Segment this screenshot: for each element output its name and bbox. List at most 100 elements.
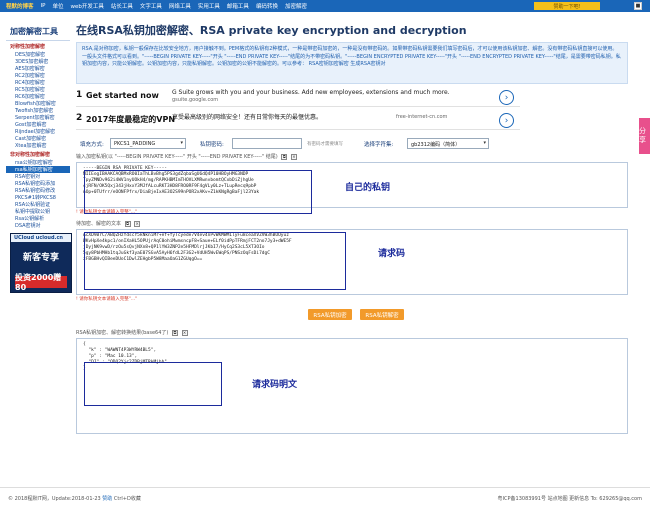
sidebar-item-rsa-public[interactable]: rsa公钥加密解密: [6, 159, 70, 166]
menu-square-icon[interactable]: ■: [634, 2, 642, 10]
copy-icon[interactable]: ⧉: [281, 153, 288, 160]
sidebar-item-twofish[interactable]: Twofish加密解密: [6, 107, 70, 114]
page-title: 在线RSA私钥加密解密、RSA private key encryption a…: [76, 24, 467, 37]
ad-number: 1: [76, 90, 83, 100]
nav-item-text-tools[interactable]: 文字工具: [140, 2, 162, 10]
sidebar-item-gost[interactable]: Gost加密解密: [6, 121, 70, 128]
chevron-right-icon[interactable]: ›: [499, 113, 514, 128]
padding-label: 填充方式:: [80, 142, 104, 148]
charset-select[interactable]: gb2312编码（简体） ▾: [407, 138, 489, 149]
sidebar-item-rc5[interactable]: RC5加密解密: [6, 86, 70, 93]
input-text-label-text: 待加密、解密的文本: [76, 221, 122, 227]
footer-left: © 2018程默IT网，Update:2018-01-23 赞助 Ctrl+D收…: [8, 495, 141, 502]
ad-price-badge: 投资2000赠80: [15, 273, 67, 292]
footer-help-link[interactable]: 赞助: [102, 496, 112, 502]
copy-icon[interactable]: ⧉: [124, 220, 131, 227]
ad-text: G Suite grows with you and your business…: [172, 89, 450, 96]
sidebar-item-rsa-keypair[interactable]: RSA密钥对: [6, 173, 70, 180]
padding-select-value: PKCS1_PADDING: [114, 141, 156, 147]
password-label: 私钥密码:: [200, 142, 224, 148]
clear-icon[interactable]: ×: [134, 220, 141, 227]
nav-item-webmaster-tools[interactable]: 站长工具: [111, 2, 133, 10]
private-key-label: 输入加密私钥(以 "-----BEGIN PRIVATE KEY-----" 开…: [76, 153, 628, 162]
ad-headline[interactable]: 2017年度最稳定的VPN: [86, 114, 175, 125]
donate-button[interactable]: 赞助一下吧!: [534, 2, 600, 10]
sidebar-item-des[interactable]: DES加密解密: [6, 51, 70, 58]
sidebar-group-asymmetric: 非对称性加密解密: [10, 152, 51, 158]
share-tab[interactable]: 分享: [639, 118, 650, 154]
private-key-password-input[interactable]: [232, 138, 302, 149]
annotation-box-plaintext: [84, 362, 222, 406]
chevron-down-icon: ▾: [180, 140, 183, 146]
input-text-warning: ! 请你私钥文本请输入完整"...": [76, 297, 138, 302]
rsa-private-decrypt-button[interactable]: RSA私钥解密: [360, 309, 404, 320]
charset-select-value: gb2312编码（简体）: [411, 142, 461, 148]
sidebar-item-rsa-private[interactable]: rsa私钥加密解密: [6, 166, 70, 173]
annotation-box-private-key: [84, 170, 312, 214]
sidebar-item-serpent[interactable]: Serpent加密解密: [6, 114, 70, 121]
description-box: RSA,是对称加密，私钥一般保存在比较安全地方，用户接触不到。PEM格式的私钥有…: [76, 42, 628, 84]
sidebar-item-xtea[interactable]: Xtea加密解密: [6, 142, 70, 149]
sidebar-item-blowfish[interactable]: Blowfish加密解密: [6, 100, 70, 107]
ad-row-2[interactable]: 2 2017年度最稳定的VPN 享受最高级别的网络安全！还有日常你每天的最惬优惠…: [76, 111, 520, 130]
private-key-label-text: 输入加密私钥(以 "-----BEGIN PRIVATE KEY-----" 开…: [76, 154, 278, 160]
sidebar-item-dsa-keypair[interactable]: DSA密钥对: [6, 222, 70, 229]
annotation-label-request-code: 请求码: [378, 249, 406, 259]
padding-select[interactable]: PKCS1_PADDING ▾: [110, 138, 186, 149]
nav-item-encoding[interactable]: 编码转换: [256, 2, 278, 10]
action-buttons: RSA私钥加密 RSA私钥解密: [76, 304, 628, 326]
sidebar-item-aes[interactable]: AES加密解密: [6, 65, 70, 72]
options-row: 填充方式: PKCS1_PADDING ▾ 私钥密码: 有密码才需要填写 选择字…: [76, 138, 628, 150]
sidebar-advertisement[interactable]: UCloud ucloud.cn 新客专享 投资2000赠80: [10, 233, 72, 293]
nav-item-encryption[interactable]: 加密解密: [285, 2, 307, 10]
annotation-label-plaintext: 请求码明文: [252, 380, 298, 390]
input-text-label: 待加密、解密的文本 ⧉ ×: [76, 220, 628, 229]
sidebar-item-3des[interactable]: 3DES加密解密: [6, 58, 70, 65]
sidebar-group-symmetric: 对称性加密解密: [10, 44, 46, 50]
ad-headline: 新客专享: [22, 253, 59, 263]
sidebar-item-rsa-add-password[interactable]: RSA私钥密码添加: [6, 180, 70, 187]
sidebar-item-pkcs-convert[interactable]: PKCS#1转PKCS8: [6, 194, 70, 201]
footer: © 2018程默IT网，Update:2018-01-23 赞助 Ctrl+D收…: [0, 487, 650, 510]
nav-item-unit[interactable]: 单位: [52, 2, 63, 10]
footer-copyright: © 2018程默IT网，Update:2018-01-23: [8, 496, 101, 502]
nav-item-mail-tools[interactable]: 邮箱工具: [227, 2, 249, 10]
copy-icon[interactable]: ⧉: [171, 329, 178, 336]
site-brand-link[interactable]: 程默的博客: [6, 2, 34, 10]
sidebar-item-rsa-verify[interactable]: RSA公私钥验证: [6, 201, 70, 208]
chevron-down-icon: ▾: [483, 140, 486, 146]
ad-text: 享受最高级别的网络安全！还有日常你每天的最惬优惠。: [172, 114, 323, 121]
ad-row-1[interactable]: 1 Get started now G Suite grows with you…: [76, 88, 520, 107]
ad-number: 2: [76, 113, 83, 123]
sidebar-item-rsa-change-password[interactable]: RSA私钥密码修改: [6, 187, 70, 194]
result-label-text: RSA私钥加密、解密转换结果(base64了): [76, 330, 169, 336]
password-hint: 有密码才需要填写: [307, 142, 343, 147]
nav-item-web-dev-tools[interactable]: web开发工具: [70, 2, 103, 10]
sidebar-title: 加密解密工具: [6, 22, 70, 41]
clear-icon[interactable]: ×: [181, 329, 188, 336]
sidebar-item-rc2[interactable]: RC2加密解密: [6, 72, 70, 79]
chevron-right-icon[interactable]: ›: [499, 90, 514, 105]
ad-headline[interactable]: Get started now: [86, 91, 159, 100]
nav-item-ip[interactable]: IP: [41, 3, 46, 9]
ad-header: UCloud ucloud.cn: [11, 234, 71, 242]
sidebar-item-rc6[interactable]: RC6加密解密: [6, 93, 70, 100]
charset-label: 选择字符集:: [364, 142, 394, 148]
sidebar-item-extract-public[interactable]: 私钥中提取公钥: [6, 208, 70, 215]
top-navigation: 程默的博客 IP 单位 web开发工具 站长工具 文字工具 网络工具 实用工具 …: [0, 0, 650, 12]
sidebar-item-rc4[interactable]: RC4加密解密: [6, 79, 70, 86]
footer-bookmark-hint: Ctrl+D收藏: [113, 496, 141, 502]
sidebar-item-cast[interactable]: Cast加密解密: [6, 135, 70, 142]
clear-icon[interactable]: ×: [290, 153, 297, 160]
sidebar: 加密解密工具 对称性加密解密 DES加密解密 3DES加密解密 AES加密解密 …: [6, 22, 72, 293]
annotation-label-private-key: 自己的私钥: [345, 183, 391, 193]
nav-item-network-tools[interactable]: 网络工具: [169, 2, 191, 10]
ad-domain: gsuite.google.com: [172, 97, 219, 103]
footer-right-links[interactable]: 粤ICP备13083991号 站点地图 更新信息 To: 629265@qq.c…: [498, 495, 642, 502]
annotation-box-request-code: [84, 232, 346, 290]
sidebar-item-rijndael[interactable]: Rijndael加密解密: [6, 128, 70, 135]
result-label: RSA私钥加密、解密转换结果(base64了) ⧉ ×: [76, 329, 628, 338]
sidebar-item-public-parse[interactable]: Rsa公钥解析: [6, 215, 70, 222]
nav-item-utility-tools[interactable]: 实用工具: [198, 2, 220, 10]
rsa-private-encrypt-button[interactable]: RSA私钥加密: [308, 309, 352, 320]
